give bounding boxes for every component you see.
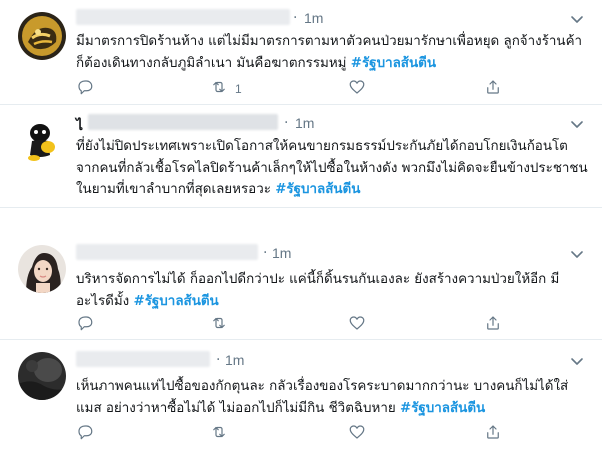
tweet-text: ที่ยังไม่ปิดประเทศเพราะเปิดโอกาสให้คนขาย… <box>76 136 588 201</box>
tweet-timestamp[interactable]: 1m <box>225 352 244 368</box>
like-button[interactable] <box>348 315 366 335</box>
blurred-display-name <box>88 114 278 130</box>
tweet-item[interactable]: · 1m เห็นภาพคนแห่ไปซื้อของกักตุนละ กลัวเ… <box>0 340 602 462</box>
share-button[interactable] <box>484 424 502 444</box>
like-button[interactable] <box>348 79 366 99</box>
share-icon <box>484 314 502 336</box>
reply-icon <box>76 423 94 445</box>
reply-button[interactable] <box>76 79 94 99</box>
retweet-button[interactable]: 1 <box>210 79 242 99</box>
tweet-body: เห็นภาพคนแห่ไปซื้อของกักตุนละ กลัวเรื่อง… <box>76 379 569 416</box>
separator-dot: · <box>284 115 289 131</box>
share-button[interactable] <box>484 79 502 99</box>
retweet-button[interactable] <box>210 315 235 335</box>
tweet-timestamp[interactable]: 1m <box>272 245 291 261</box>
blurred-display-name <box>76 9 290 25</box>
tweet-actions <box>76 424 546 444</box>
hashtag-link[interactable]: #รัฐบาลส้นตีน <box>400 401 485 416</box>
blurred-display-name <box>76 351 210 367</box>
chevron-down-icon[interactable] <box>566 350 588 372</box>
avatar[interactable] <box>18 245 66 293</box>
like-icon <box>348 314 366 336</box>
chevron-down-icon[interactable] <box>566 8 588 30</box>
reply-icon <box>76 78 94 100</box>
reply-button[interactable] <box>76 424 94 444</box>
tweet-item[interactable]: ไ · 1m ที่ยังไม่ปิดประเทศเพราะเปิดโอกาสใ… <box>0 105 602 208</box>
tweet-text: เห็นภาพคนแห่ไปซื้อของกักตุนละ กลัวเรื่อง… <box>76 376 588 419</box>
separator-dot: · <box>263 245 268 261</box>
tweet-body: มีมาตรการปิดร้านห้าง แต่ไม่มีมาตรการตามห… <box>76 34 583 71</box>
display-name-initial: ไ <box>76 118 84 134</box>
retweet-icon <box>210 423 228 445</box>
retweet-count: 1 <box>235 82 242 96</box>
tweet-item[interactable]: · 1m มีมาตรการปิดร้านห้าง แต่ไม่มีมาตรกา… <box>0 0 602 105</box>
reply-button[interactable] <box>76 315 94 335</box>
share-button[interactable] <box>484 315 502 335</box>
separator-dot: · <box>216 352 221 368</box>
like-button[interactable] <box>348 424 366 444</box>
tweet-timestamp[interactable]: 1m <box>295 115 314 131</box>
retweet-icon <box>210 314 228 336</box>
chevron-down-icon[interactable] <box>566 243 588 265</box>
tweet-feed: · 1m มีมาตรการปิดร้านห้าง แต่ไม่มีมาตรกา… <box>0 0 602 462</box>
avatar[interactable] <box>18 12 66 60</box>
hashtag-link[interactable]: #รัฐบาลส้นตีน <box>134 294 219 309</box>
chevron-down-icon[interactable] <box>566 113 588 135</box>
tweet-actions <box>76 315 546 335</box>
retweet-icon <box>210 78 228 100</box>
share-icon <box>484 423 502 445</box>
hashtag-link[interactable]: #รัฐบาลส้นตีน <box>275 182 360 197</box>
tweet-item[interactable]: · 1m บริหารจัดการไม่ได้ ก็ออกไปดีกว่าปะ … <box>0 235 602 340</box>
tweet-text: มีมาตรการปิดร้านห้าง แต่ไม่มีมาตรการตามห… <box>76 31 588 74</box>
separator-dot: · <box>293 10 298 26</box>
tweet-text: บริหารจัดการไม่ได้ ก็ออกไปดีกว่าปะ แค่นี… <box>76 269 588 312</box>
tweet-actions: 1 <box>76 79 546 99</box>
tweet-timestamp[interactable]: 1m <box>304 10 323 26</box>
blurred-display-name <box>76 244 258 260</box>
like-icon <box>348 78 366 100</box>
reply-icon <box>76 314 94 336</box>
hashtag-link[interactable]: #รัฐบาลส้นตีน <box>351 56 436 71</box>
avatar[interactable] <box>18 117 66 165</box>
share-icon <box>484 78 502 100</box>
retweet-button[interactable] <box>210 424 235 444</box>
avatar[interactable] <box>18 352 66 400</box>
like-icon <box>348 423 366 445</box>
